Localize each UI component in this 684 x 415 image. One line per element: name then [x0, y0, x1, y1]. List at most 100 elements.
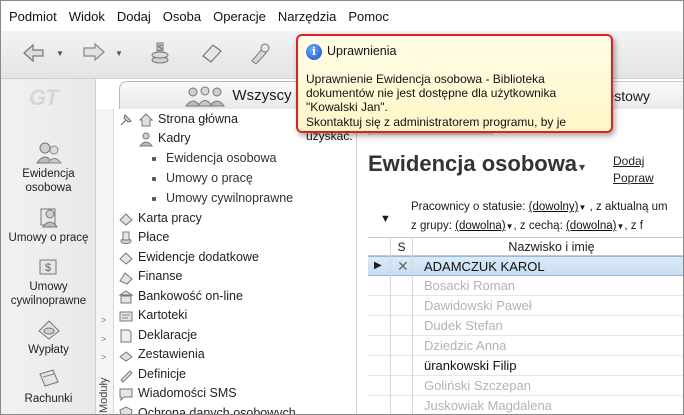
app-window: Podmiot Widok Dodaj Osoba Operacje Narzę… [0, 0, 684, 415]
payout-icon [37, 320, 60, 340]
tree-item-definicje[interactable]: Definicje [118, 365, 186, 384]
chevron-right-icon[interactable]: > [101, 315, 106, 325]
tree-item-ewidencja-osobowa[interactable]: Ewidencja osobowa [152, 149, 277, 168]
menu-dodaj[interactable]: Dodaj [117, 9, 151, 24]
chevron-right-icon[interactable]: > [101, 334, 106, 344]
tree-item-finanse[interactable]: Finanse [118, 267, 182, 286]
payments-button[interactable]: $ [145, 38, 175, 68]
tree-item-place[interactable]: Płace [118, 228, 169, 247]
tree-item-umowy-o-prace[interactable]: Umowy o pracę [152, 169, 253, 188]
status-filter-value[interactable]: (dowolny) [529, 201, 579, 213]
nav-label: Wypłaty [28, 344, 69, 356]
tree-item-bankowosc[interactable]: Bankowość on-line [118, 287, 243, 306]
employee-name: Dawidowski Paweł [424, 298, 532, 313]
sort-down-icon[interactable]: ▼ [380, 213, 391, 225]
forward-dropdown-icon[interactable]: ▼ [115, 49, 123, 58]
employee-name: ürankowski Filip [424, 358, 517, 373]
group-filter: z grupy: (dowolna)▼, z cechą: (dowolna)▼… [411, 220, 643, 232]
menu-osoba[interactable]: Osoba [163, 9, 201, 24]
tree-label: Płace [138, 230, 170, 244]
column-divider [390, 237, 391, 414]
tooltip-footer: Skontaktuj się z administratorem program… [306, 115, 567, 143]
status-filter: Pracownicy o statusie: (dowolny)▼ , z ak… [411, 201, 668, 213]
tree-item-kadry[interactable]: Kadry [138, 129, 191, 148]
nav-rachunki[interactable]: Rachunki [1, 366, 96, 406]
records-icon [119, 251, 133, 265]
add-link[interactable]: Dodaj [613, 153, 654, 170]
table-row[interactable]: Goliński Szczepan [368, 376, 683, 396]
nav-umowy-o-prace[interactable]: Umowy o pracę [1, 205, 96, 245]
column-header-name[interactable]: Nazwisko i imię [418, 240, 683, 254]
group-filter-label: z grupy: [411, 220, 452, 232]
nav-ewidencja-osobowa[interactable]: Ewidencja osobowa [1, 141, 96, 195]
chevron-down-icon[interactable]: ▾ [579, 160, 585, 174]
bank-icon [118, 289, 134, 303]
main-content: Ewidencja osobowa ▾ Dodaj Popraw Pracowni… [358, 109, 683, 414]
actions: Dodaj Popraw [613, 153, 654, 187]
tree-label: Umowy cywilnoprawne [166, 191, 294, 205]
cross-icon: ✕ [397, 258, 409, 274]
tree-item-sms[interactable]: Wiadomości SMS [118, 384, 237, 403]
page-title-row[interactable]: Ewidencja osobowa ▾ [368, 151, 585, 177]
tree-item-kartoteki[interactable]: Kartoteki [118, 306, 187, 325]
back-dropdown-icon[interactable]: ▼ [56, 49, 64, 58]
forward-button[interactable] [79, 38, 109, 68]
timecard-icon [119, 212, 133, 226]
menu-operacje[interactable]: Operacje [213, 9, 266, 24]
group-filter-value[interactable]: (dowolna) [455, 220, 506, 232]
tree-label: Bankowość on-line [138, 289, 243, 303]
filecards-icon [119, 311, 133, 321]
eraser-button[interactable] [197, 38, 227, 68]
menu-bar: Podmiot Widok Dodaj Osoba Operacje Narzę… [1, 1, 683, 31]
contract-person-icon [40, 208, 58, 228]
nav-wyplaty[interactable]: Wypłaty [1, 317, 96, 357]
tree-item-zestawienia[interactable]: Zestawienia [118, 345, 205, 364]
table-row[interactable]: Juskowiak Magdalena [368, 396, 683, 414]
feature-filter-label: , z cechą: [513, 220, 563, 232]
menu-narzedzia[interactable]: Narzędzia [278, 9, 337, 24]
tree-label: Ewidencje dodatkowe [138, 250, 259, 264]
table-row[interactable]: ürankowski Filip [368, 356, 683, 376]
menu-pomoc[interactable]: Pomoc [348, 9, 388, 24]
dropdown-icon[interactable]: ▼ [578, 203, 586, 212]
forward-arrow-icon [83, 42, 105, 62]
left-nav: GT Ewidencja osobowa Umowy o pracę $ Umo… [1, 79, 96, 414]
nav-label: Umowy cywilnoprawne [10, 281, 87, 307]
civil-contract-icon: $ [39, 259, 56, 275]
tree-label: Zestawienia [138, 347, 205, 361]
permission-tooltip: i Uprawnienia Uprawnienie Ewidencja osob… [296, 34, 613, 143]
back-button[interactable] [19, 38, 49, 68]
feature-filter-value[interactable]: (dowolna) [566, 220, 617, 232]
menu-podmiot[interactable]: Podmiot [9, 9, 57, 24]
nav-umowy-cywilnoprawne[interactable]: $ Umowy cywilnoprawne [1, 254, 96, 308]
page-title: Ewidencja osobowa [368, 151, 578, 176]
tree-item-karta-pracy[interactable]: Karta pracy [118, 209, 202, 228]
coins-icon: $ [151, 42, 169, 64]
tree-item-deklaracje[interactable]: Deklaracje [118, 326, 197, 345]
tree-label: Finanse [138, 269, 183, 283]
menu-widok[interactable]: Widok [69, 9, 105, 24]
table-row[interactable]: ▶ ✕ ADAMCZUK KAROL [368, 256, 683, 276]
tooltip-body: Uprawnienie Ewidencja osobowa - Bibliote… [306, 72, 557, 114]
table-row[interactable]: Bosacki Roman [368, 276, 683, 296]
tree-item-umowy-cywilnoprawne[interactable]: Umowy cywilnoprawne [152, 189, 293, 208]
eraser-icon [202, 44, 222, 63]
svg-text:$: $ [44, 262, 50, 274]
staff-icon [138, 132, 154, 146]
modules-label: Moduły [98, 377, 110, 413]
column-header-status[interactable]: S [393, 240, 410, 254]
payroll-icon [120, 231, 132, 244]
edit-link[interactable]: Popraw [613, 170, 654, 187]
chevron-right-icon[interactable]: > [101, 352, 106, 362]
table-row[interactable]: Dudek Stefan [368, 316, 683, 336]
modules-strip: > > > Moduły [96, 109, 114, 414]
reports-icon [119, 350, 133, 362]
tools-button[interactable] [245, 38, 275, 68]
tree-item-ewidencje-dodatkowe[interactable]: Ewidencje dodatkowe [118, 248, 259, 267]
dropdown-icon[interactable]: ▼ [506, 222, 514, 231]
module-tree: Strona główna Kadry Ewidencja osobowa Um… [114, 109, 357, 414]
table-row[interactable]: Dziedzic Anna [368, 336, 683, 356]
table-row[interactable]: Dawidowski Paweł [368, 296, 683, 316]
tree-item-strona-glowna[interactable]: Strona główna [118, 110, 238, 129]
tree-item-ochrona-danych[interactable]: Ochrona danych osobowych [118, 404, 296, 414]
